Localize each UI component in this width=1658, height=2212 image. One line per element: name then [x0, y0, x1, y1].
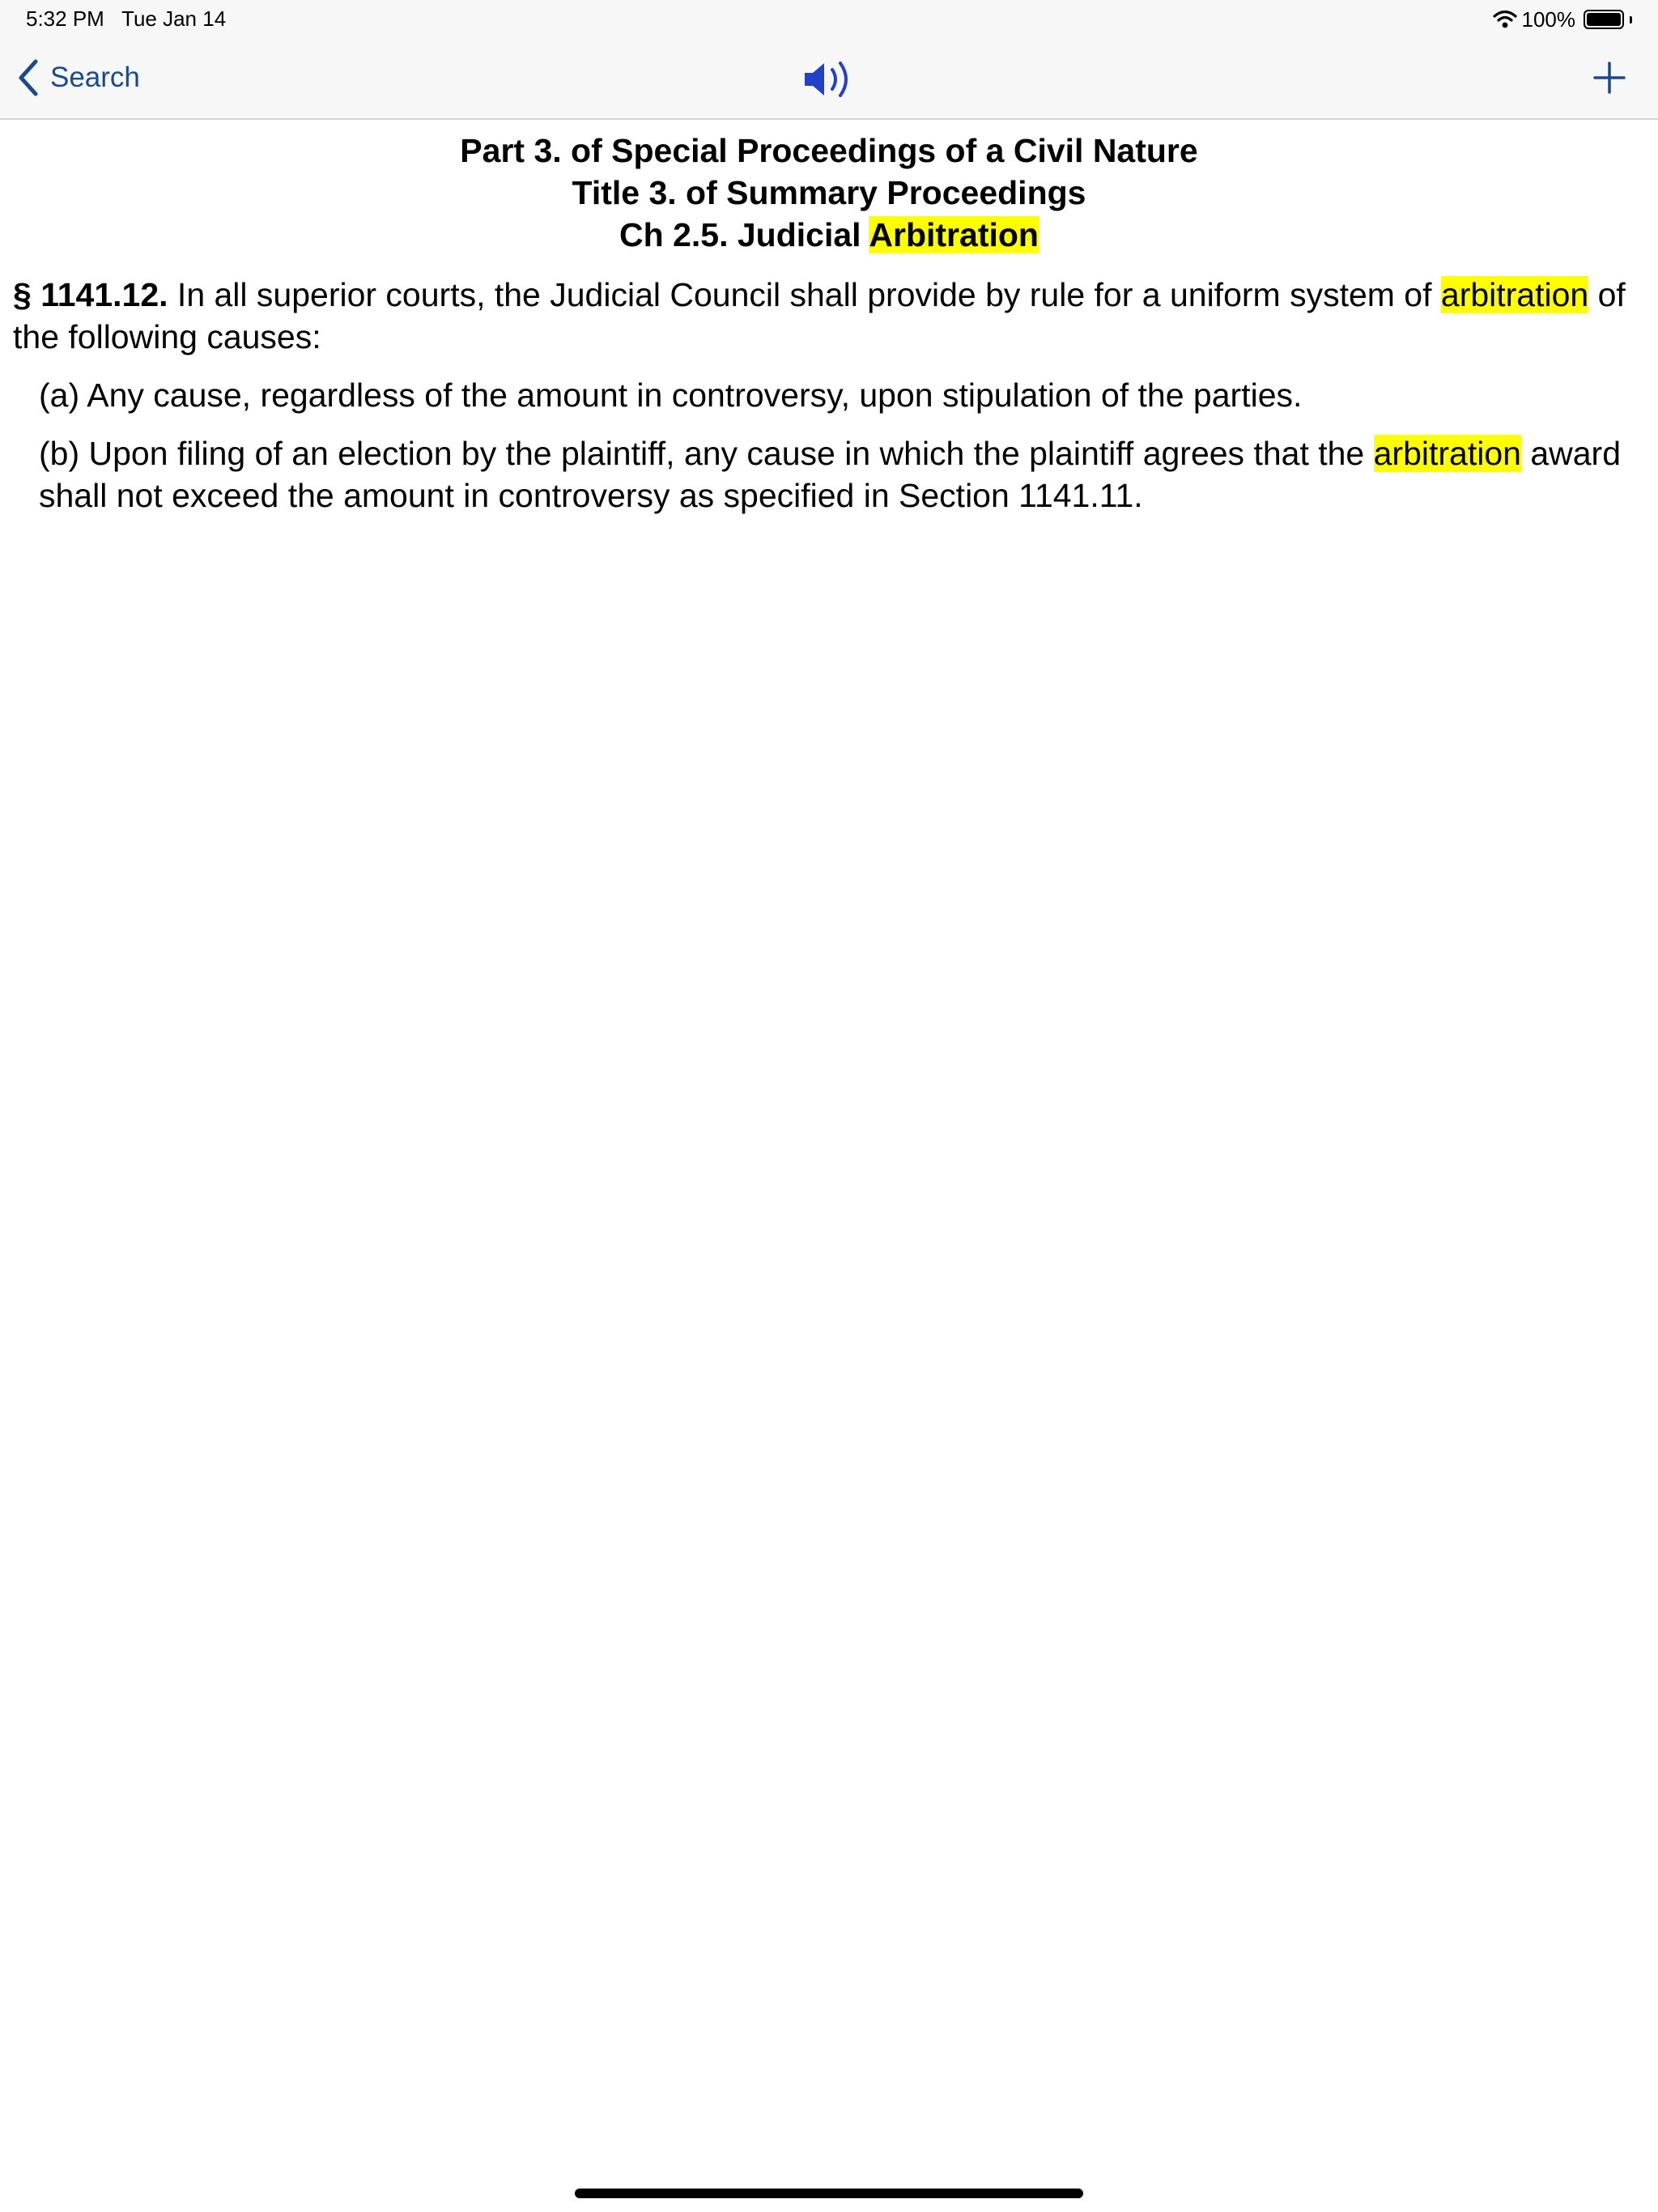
heading-chapter-prefix: Ch 2.5. Judicial	[619, 216, 869, 253]
heading-chapter: Ch 2.5. Judicial Arbitration	[0, 214, 1658, 256]
subsection-b-before: (b) Upon filing of an election by the pl…	[39, 435, 1374, 472]
search-highlight: arbitration	[1440, 276, 1589, 313]
status-time: 5:32 PM	[26, 6, 104, 31]
battery-icon	[1584, 10, 1624, 29]
battery-percent: 100%	[1521, 6, 1576, 32]
subsection-b: (b) Upon filing of an election by the pl…	[39, 432, 1645, 517]
speaker-button[interactable]	[801, 57, 855, 102]
status-indicators: 100%	[1492, 6, 1632, 32]
status-date: Tue Jan 14	[121, 6, 227, 31]
navigation-bar: Search	[0, 39, 1658, 120]
status-time-date: 5:32 PM Tue Jan 14	[26, 6, 226, 32]
back-button-label: Search	[50, 62, 140, 93]
subsection-a: (a) Any cause, regardless of the amount …	[39, 376, 1303, 414]
chevron-left-icon	[19, 59, 38, 96]
battery-tip	[1630, 15, 1632, 23]
search-highlight: Arbitration	[869, 216, 1039, 253]
search-highlight: arbitration	[1373, 435, 1521, 472]
section-number: § 1141.12.	[13, 276, 168, 313]
document-content: Part 3. of Special Proceedings of a Civi…	[0, 130, 1658, 517]
battery-fill	[1587, 13, 1621, 26]
heading-part: Part 3. of Special Proceedings of a Civi…	[460, 132, 1198, 169]
document-headings: Part 3. of Special Proceedings of a Civi…	[0, 130, 1658, 256]
speaker-icon	[805, 62, 848, 97]
plus-icon	[1593, 62, 1626, 94]
section-text-before: In all superior courts, the Judicial Cou…	[168, 276, 1441, 313]
status-bar: 5:32 PM Tue Jan 14 100%	[0, 0, 1658, 39]
heading-title: Title 3. of Summary Proceedings	[572, 174, 1086, 211]
section-body: § 1141.12. In all superior courts, the J…	[13, 274, 1645, 358]
home-indicator[interactable]	[575, 2189, 1083, 2198]
add-button[interactable]	[1592, 60, 1627, 96]
wifi-icon	[1492, 10, 1517, 28]
back-button[interactable]: Search	[18, 57, 140, 99]
